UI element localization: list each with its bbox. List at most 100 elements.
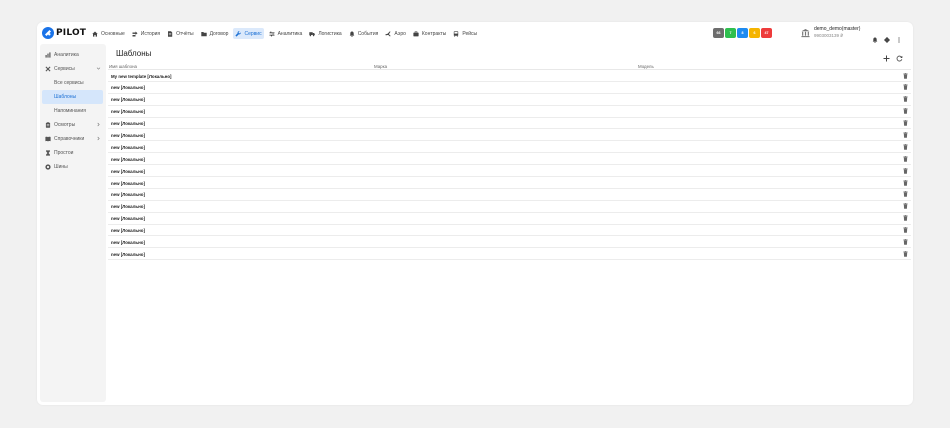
nav-item-8[interactable]: Аэро: [383, 28, 408, 39]
table-row[interactable]: new [Локально]: [108, 177, 911, 189]
nav-item-2[interactable]: Отчёты: [165, 28, 195, 39]
table-row[interactable]: new [Локально]: [108, 165, 911, 178]
main-nav: Основные История Отчёты Договор Сервис Аналит…: [90, 28, 482, 39]
status-badge[interactable]: 8: [737, 28, 748, 38]
template-name-cell: new [Локально]: [111, 228, 145, 234]
trash-icon[interactable]: [903, 108, 908, 114]
template-name-cell: new [Локально]: [111, 251, 145, 257]
chevron-right-icon: [97, 136, 100, 141]
document-icon: [168, 30, 173, 37]
table-row[interactable]: new [Локально]: [108, 236, 911, 249]
trash-icon[interactable]: [903, 179, 908, 186]
user-balance: 9903003139 ₽: [814, 32, 844, 38]
table-row[interactable]: My new template [Локально]: [108, 70, 911, 82]
sidebar-item-4[interactable]: Простои: [40, 146, 106, 160]
status-badge[interactable]: 66: [713, 28, 724, 38]
column-header-name[interactable]: Имя шаблона: [109, 64, 137, 69]
refresh-icon[interactable]: [896, 49, 903, 62]
nav-item-10[interactable]: Рейсы: [451, 28, 479, 39]
templates-table: Имя шаблона Марка Модель My new template…: [108, 62, 911, 261]
table-row[interactable]: new [Локально]: [108, 225, 911, 237]
sidebar-item-3[interactable]: Справочники: [40, 132, 106, 146]
trash-icon[interactable]: [903, 227, 908, 233]
table-row[interactable]: new [Локально]: [108, 129, 911, 142]
template-name-cell: My new template [Локально]: [111, 73, 172, 79]
column-header-model[interactable]: Модель: [638, 64, 654, 69]
bell-icon[interactable]: [872, 30, 878, 43]
nav-item-4[interactable]: Сервис: [233, 28, 264, 39]
template-name-cell: new [Локально]: [111, 239, 145, 245]
table-row[interactable]: new [Локально]: [108, 94, 911, 106]
sidebar-item-1[interactable]: Сервисы: [40, 62, 106, 76]
chevron-down-icon: [96, 67, 101, 70]
trash-icon[interactable]: [903, 120, 908, 126]
hourglass-icon: [46, 150, 50, 156]
nav-item-7[interactable]: События: [347, 28, 381, 39]
nav-item-6[interactable]: Логистика: [307, 28, 343, 39]
add-icon[interactable]: [883, 49, 890, 62]
sidebar-subitem-1[interactable]: Шаблоны: [42, 90, 103, 104]
sidebar-item-2[interactable]: Осмотры: [40, 118, 106, 132]
gear-icon[interactable]: [884, 30, 890, 43]
column-header-brand[interactable]: Марка: [374, 64, 387, 69]
top-actions: [872, 30, 908, 43]
nav-item-1[interactable]: История: [130, 28, 162, 39]
table-row[interactable]: new [Локально]: [108, 248, 911, 261]
sidebar-subitem-2[interactable]: Напоминания: [40, 104, 103, 118]
page-title: Шаблоны: [116, 49, 152, 58]
nav-item-label: Логистика: [318, 30, 342, 37]
trash-icon[interactable]: [903, 96, 908, 103]
template-name-cell: new [Локально]: [111, 97, 145, 103]
status-badge[interactable]: 47: [761, 28, 772, 38]
nav-item-0[interactable]: Основные: [90, 28, 127, 39]
status-badges: 66 7 8 6 47: [713, 28, 773, 38]
trash-icon[interactable]: [903, 250, 908, 257]
template-name-cell: new [Локально]: [111, 192, 145, 198]
more-vertical-icon[interactable]: [896, 30, 902, 43]
table-row[interactable]: new [Локально]: [108, 213, 911, 225]
table-row[interactable]: new [Локально]: [108, 201, 911, 213]
sliders-icon: [269, 31, 275, 36]
book-icon: [45, 136, 51, 142]
tools-icon: [45, 66, 51, 72]
sidebar-item-label: Сервисы: [54, 66, 75, 72]
trash-icon[interactable]: [903, 215, 908, 221]
nav-item-9[interactable]: Контракты: [411, 28, 448, 39]
sidebar-item-5[interactable]: Шины: [40, 160, 106, 174]
route-icon: [132, 31, 138, 36]
trash-icon[interactable]: [903, 191, 908, 198]
nav-item-3[interactable]: Договор: [199, 28, 231, 39]
trash-icon[interactable]: [903, 167, 908, 174]
chart-icon: [45, 52, 51, 58]
trash-icon[interactable]: [903, 239, 908, 245]
table-row[interactable]: new [Локально]: [108, 82, 911, 94]
template-name-cell: new [Локально]: [111, 121, 145, 127]
sidebar-item-0[interactable]: Аналитика: [40, 48, 106, 62]
status-badge[interactable]: 7: [725, 28, 736, 38]
sidebar-subitem-0[interactable]: Все сервисы: [40, 76, 103, 90]
trash-icon[interactable]: [903, 132, 908, 138]
logo[interactable]: PILOT: [42, 27, 86, 39]
trash-icon[interactable]: [903, 72, 908, 79]
status-badge[interactable]: 6: [749, 28, 760, 38]
folder-icon: [200, 31, 207, 36]
trash-icon[interactable]: [903, 143, 908, 150]
app-window: PILOT Основные История Отчёты Договор Сервис…: [37, 22, 913, 405]
nav-item-5[interactable]: Аналитика: [267, 28, 305, 39]
table-body: My new template [Локально] new [Локально]…: [108, 70, 911, 261]
table-row[interactable]: new [Локально]: [108, 141, 911, 154]
bus-icon: [454, 30, 459, 37]
tire-icon: [45, 164, 51, 170]
table-row[interactable]: new [Локально]: [108, 153, 911, 166]
table-row[interactable]: new [Локально]: [108, 189, 911, 201]
table-row[interactable]: new [Локально]: [108, 118, 911, 130]
trash-icon[interactable]: [903, 84, 908, 91]
table-row[interactable]: new [Локально]: [108, 106, 911, 118]
user-name: demo_demo(master): [814, 26, 861, 32]
nav-item-label: История: [140, 30, 161, 37]
nav-item-label: Сервис: [244, 30, 262, 37]
trash-icon[interactable]: [903, 203, 908, 210]
home-icon: [92, 31, 98, 37]
trash-icon[interactable]: [903, 155, 908, 162]
user-account[interactable]: demo_demo(master) 9903003139 ₽: [801, 26, 861, 38]
